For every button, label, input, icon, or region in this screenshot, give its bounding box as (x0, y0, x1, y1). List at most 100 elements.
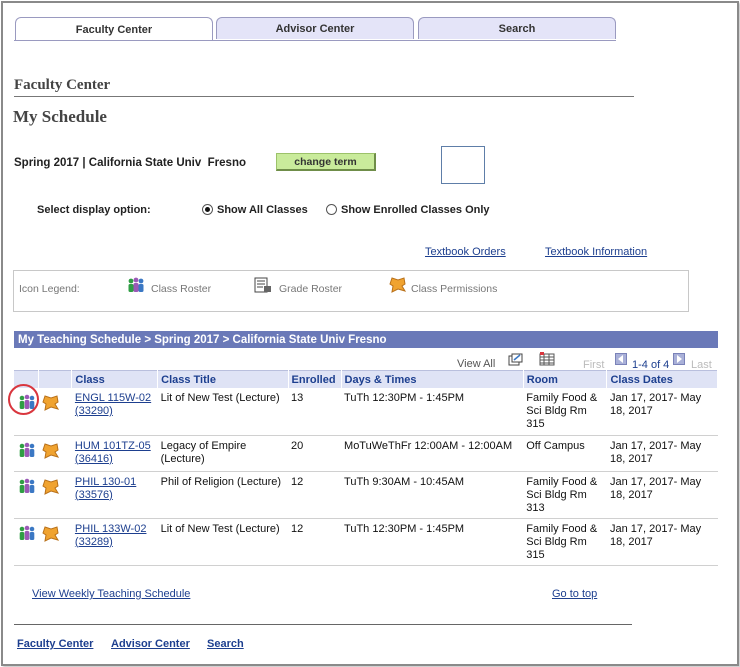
go-to-top-link[interactable]: Go to top (552, 588, 597, 600)
col-header-room[interactable]: Room (523, 370, 608, 388)
class-number-link[interactable]: (33576) (75, 489, 113, 501)
class-roster-icon[interactable] (18, 478, 36, 494)
class-link[interactable]: ENGL 115W-02 (75, 392, 151, 404)
class-number-link[interactable]: (33290) (75, 405, 113, 417)
class-dates-cell: Jan 17, 2017- May 18, 2017 (606, 435, 718, 472)
col-header-class-dates[interactable]: Class Dates (606, 370, 718, 388)
view-all-link[interactable]: View All (457, 358, 495, 370)
enrolled-cell: 12 (288, 518, 342, 566)
tab-search[interactable]: Search (418, 17, 616, 39)
page-title: My Schedule (13, 107, 107, 126)
col-header-class-title[interactable]: Class Title (157, 370, 289, 388)
enrolled-cell: 20 (288, 435, 342, 472)
table-row: PHIL 133W-02 (33289) Lit of New Test (Lec… (14, 518, 718, 566)
permission-cell (38, 471, 72, 519)
room-cell: Off Campus (523, 435, 607, 472)
enrolled-cell: 13 (288, 388, 342, 436)
teaching-schedule-header: My Teaching Schedule > Spring 2017 > Cal… (14, 331, 718, 348)
days-times-cell: TuTh 12:30PM - 1:45PM (341, 388, 524, 436)
table-header-row: Class Class Title Enrolled Days & Times … (14, 370, 718, 388)
class-permissions-icon[interactable] (42, 478, 60, 496)
view-weekly-schedule-link[interactable]: View Weekly Teaching Schedule (32, 588, 190, 600)
class-cell: ENGL 115W-02 (33290) (71, 388, 158, 436)
previous-row-button[interactable] (615, 353, 627, 365)
class-cell: HUM 101TZ-05 (36416) (71, 435, 158, 472)
room-cell: Family Food & Sci Bldg Rm 315 (523, 518, 607, 566)
days-times-cell: TuTh 12:30PM - 1:45PM (341, 518, 524, 566)
empty-frame (441, 146, 485, 184)
icon-legend (13, 270, 689, 312)
tab-label: Advisor Center (275, 22, 355, 35)
show-enrolled-only-radio[interactable] (326, 204, 337, 215)
new-window-icon[interactable] (508, 353, 523, 366)
change-term-button[interactable]: change term (276, 153, 376, 171)
col-header-days-times[interactable]: Days & Times (341, 370, 524, 388)
class-link[interactable]: PHIL 133W-02 (75, 523, 147, 535)
next-row-button[interactable] (673, 353, 685, 365)
class-dates-cell: Jan 17, 2017- May 18, 2017 (606, 388, 718, 436)
download-spreadsheet-icon[interactable] (539, 352, 555, 366)
display-option-label: Select display option: (37, 204, 151, 216)
class-link[interactable]: PHIL 130-01 (75, 476, 136, 488)
grid-title: My Teaching Schedule > Spring 2017 > Cal… (18, 333, 387, 346)
icon-legend-label: Icon Legend: (19, 283, 80, 295)
class-dates-cell: Jan 17, 2017- May 18, 2017 (606, 518, 718, 566)
room-cell: Family Food & Sci Bldg Rm 313 (523, 471, 607, 519)
term-label: Spring 2017 | California State Univ Fres… (14, 157, 246, 169)
roster-cell (14, 518, 38, 566)
tab-label: Search (498, 22, 536, 35)
permission-cell (38, 388, 72, 436)
tab-underline (14, 40, 616, 41)
permission-cell (38, 518, 72, 566)
roster-cell (14, 435, 38, 472)
class-permissions-icon (389, 277, 407, 293)
class-dates-cell: Jan 17, 2017- May 18, 2017 (606, 471, 718, 519)
class-roster-icon[interactable] (18, 442, 36, 458)
table-row: ENGL 115W-02 (33290) Lit of New Test (Lec… (14, 388, 718, 436)
class-title-cell: Lit of New Test (Lecture) (157, 388, 289, 436)
days-times-cell: MoTuWeThFr 12:00AM - 12:00AM (341, 435, 524, 472)
class-permissions-icon[interactable] (42, 394, 60, 412)
textbook-orders-link[interactable]: Textbook Orders (425, 246, 506, 258)
class-number-link[interactable]: (33289) (75, 536, 113, 548)
show-all-classes-label: Show All Classes (217, 204, 308, 216)
grade-roster-legend-label: Grade Roster (279, 283, 343, 295)
class-link[interactable]: HUM 101TZ-05 (75, 440, 151, 452)
class-roster-icon[interactable] (18, 525, 36, 541)
class-title-cell: Phil of Religion (Lecture) (157, 471, 289, 519)
class-cell: PHIL 133W-02 (33289) (71, 518, 158, 566)
schedule-table: Class Class Title Enrolled Days & Times … (14, 370, 718, 566)
class-permissions-legend-label: Class Permissions (411, 283, 498, 295)
permission-cell (38, 435, 72, 472)
textbook-information-link[interactable]: Textbook Information (545, 246, 647, 258)
section-title: Faculty Center (14, 77, 111, 93)
class-permissions-icon[interactable] (42, 442, 60, 460)
tab-advisor-center[interactable]: Advisor Center (216, 17, 414, 39)
permission-icon-col-header (38, 370, 73, 388)
footer-advisor-center-link[interactable]: Advisor Center (111, 638, 190, 650)
enrolled-cell: 12 (288, 471, 342, 519)
class-title-cell: Lit of New Test (Lecture) (157, 518, 289, 566)
footer-search-link[interactable]: Search (207, 638, 244, 650)
show-all-classes-radio[interactable] (202, 204, 213, 215)
col-header-class[interactable]: Class (71, 370, 159, 388)
grade-roster-icon (254, 277, 271, 293)
days-times-cell: TuTh 9:30AM - 10:45AM (341, 471, 524, 519)
footer-faculty-center-link[interactable]: Faculty Center (17, 638, 93, 650)
section-divider (14, 96, 634, 97)
class-roster-icon (128, 277, 144, 292)
tab-faculty-center[interactable]: Faculty Center (15, 17, 213, 41)
class-cell: PHIL 130-01 (33576) (71, 471, 158, 519)
table-row: HUM 101TZ-05 (36416) Legacy of Empire (Le… (14, 435, 718, 472)
roster-cell (14, 471, 38, 519)
col-header-enrolled[interactable]: Enrolled (288, 370, 342, 388)
highlight-circle (8, 384, 39, 415)
room-cell: Family Food & Sci Bldg Rm 315 (523, 388, 607, 436)
class-permissions-icon[interactable] (42, 525, 60, 543)
class-roster-legend-label: Class Roster (151, 283, 212, 295)
change-term-label: change term (294, 155, 357, 168)
show-enrolled-only-label: Show Enrolled Classes Only (341, 204, 490, 216)
chevron-right-icon (677, 355, 682, 363)
class-number-link[interactable]: (36416) (75, 453, 113, 465)
footer-divider (14, 624, 632, 625)
